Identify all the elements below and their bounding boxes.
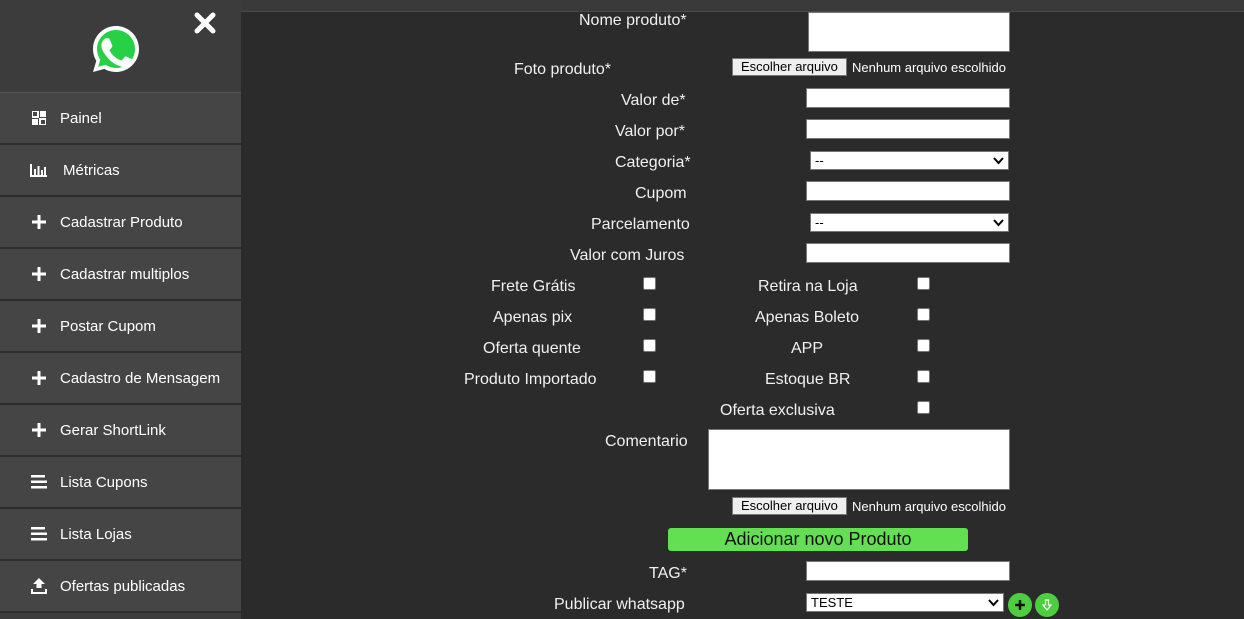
sidebar-header xyxy=(0,0,241,93)
plus-icon xyxy=(30,266,47,283)
plus-icon xyxy=(1015,600,1025,610)
sidebar: Painel Métricas Cadastrar Produto Cadast… xyxy=(0,0,241,619)
arrow-down-icon xyxy=(1042,599,1052,611)
app-checkbox[interactable] xyxy=(917,339,930,352)
plus-icon xyxy=(30,370,47,387)
plus-icon xyxy=(30,318,47,335)
sidebar-item-cadastro-mensagem[interactable]: Cadastro de Mensagem xyxy=(0,353,241,405)
sidebar-item-label: Ofertas publicadas xyxy=(60,577,186,595)
valor-por-label: Valor por* xyxy=(615,123,685,140)
parcelamento-select-value: -- xyxy=(815,215,824,230)
valor-por-input[interactable] xyxy=(806,119,1010,139)
estoque-br-checkbox[interactable] xyxy=(917,370,930,383)
valor-de-input[interactable] xyxy=(806,88,1010,108)
list-icon xyxy=(30,474,47,491)
sidebar-item-cadastrar-multiplos[interactable]: Cadastrar multiplos xyxy=(0,249,241,301)
sidebar-item-label: Lista Lojas xyxy=(60,525,132,543)
categoria-label: Categoria* xyxy=(615,154,691,171)
sidebar-item-postar-cupom[interactable]: Postar Cupom xyxy=(0,301,241,353)
add-product-button[interactable]: Adicionar novo Produto xyxy=(668,528,968,551)
apenas-pix-label: Apenas pix xyxy=(493,309,573,326)
oferta-quente-checkbox[interactable] xyxy=(643,339,656,352)
chevron-down-icon xyxy=(988,599,999,607)
sidebar-item-label: Postar Cupom xyxy=(60,317,156,335)
sidebar-item-label: Gerar ShortLink xyxy=(60,421,166,439)
sidebar-item-gerar-shortlink[interactable]: Gerar ShortLink xyxy=(0,405,241,457)
comentario-file-button[interactable]: Escolher arquivo xyxy=(732,497,847,515)
sidebar-item-label: Lista Cupons xyxy=(60,473,148,491)
frete-gratis-label: Frete Grátis xyxy=(491,278,576,295)
valor-juros-label: Valor com Juros xyxy=(570,247,685,264)
oferta-exclusiva-checkbox[interactable] xyxy=(917,401,930,414)
frete-gratis-checkbox[interactable] xyxy=(643,277,656,290)
add-group-button[interactable] xyxy=(1008,593,1032,617)
sidebar-item-metricas[interactable]: Métricas xyxy=(0,145,241,197)
close-icon[interactable] xyxy=(192,10,218,36)
plus-icon xyxy=(30,214,47,231)
upload-icon xyxy=(30,578,47,595)
sidebar-item-ofertas-publicadas[interactable]: Ofertas publicadas xyxy=(0,561,241,613)
foto-produto-label: Foto produto* xyxy=(514,61,611,78)
produto-importado-label: Produto Importado xyxy=(464,371,597,388)
cupom-label: Cupom xyxy=(635,185,687,202)
cupom-input[interactable] xyxy=(806,181,1010,201)
whatsapp-logo-icon xyxy=(93,26,139,72)
nome-produto-label: Nome produto* xyxy=(579,12,687,29)
comentario-file-status: Nenhum arquivo escolhido xyxy=(852,499,1006,514)
foto-file-button[interactable]: Escolher arquivo xyxy=(732,58,847,76)
sidebar-item-painel[interactable]: Painel xyxy=(0,93,241,145)
plus-icon xyxy=(30,422,47,439)
valor-de-label: Valor de* xyxy=(621,92,686,109)
comentario-label: Comentario xyxy=(605,433,688,450)
sidebar-item-label: Métricas xyxy=(63,161,120,179)
apenas-boleto-label: Apenas Boleto xyxy=(755,309,860,326)
tag-input[interactable] xyxy=(806,561,1010,581)
sidebar-item-cadastrar-produto[interactable]: Cadastrar Produto xyxy=(0,197,241,249)
apenas-pix-checkbox[interactable] xyxy=(643,308,656,321)
tag-label: TAG* xyxy=(649,565,687,582)
comentario-textarea[interactable] xyxy=(708,429,1010,490)
publicar-select-value: TESTE xyxy=(811,595,853,610)
publicar-whatsapp-select[interactable]: TESTE xyxy=(806,593,1004,612)
valor-juros-input[interactable] xyxy=(806,243,1010,263)
download-group-button[interactable] xyxy=(1035,593,1059,617)
retira-loja-checkbox[interactable] xyxy=(917,277,930,290)
produto-importado-checkbox[interactable] xyxy=(643,370,656,383)
publicar-whatsapp-label: Publicar whatsapp xyxy=(554,596,685,613)
sidebar-item-label: Cadastrar multiplos xyxy=(60,265,190,283)
grid-icon xyxy=(30,110,47,127)
estoque-br-label: Estoque BR xyxy=(765,371,851,388)
sidebar-item-label: Painel xyxy=(60,109,102,127)
oferta-exclusiva-label: Oferta exclusiva xyxy=(720,402,835,419)
sidebar-item-label: Cadastro de Mensagem xyxy=(60,369,221,387)
sidebar-item-lista-lojas[interactable]: Lista Lojas xyxy=(0,509,241,561)
retira-loja-label: Retira na Loja xyxy=(758,278,858,295)
chevron-down-icon xyxy=(993,157,1004,165)
categoria-select-value: -- xyxy=(815,153,824,168)
chevron-down-icon xyxy=(993,219,1004,227)
sidebar-item-label: Cadastrar Produto xyxy=(60,213,183,231)
product-form: Nome produto* Foto produto* Escolher arq… xyxy=(241,12,1244,619)
oferta-quente-label: Oferta quente xyxy=(483,340,581,357)
parcelamento-label: Parcelamento xyxy=(591,216,690,233)
apenas-boleto-checkbox[interactable] xyxy=(917,308,930,321)
app-label: APP xyxy=(791,340,824,357)
nome-produto-textarea[interactable] xyxy=(808,12,1010,52)
sidebar-item-lista-cupons[interactable]: Lista Cupons xyxy=(0,457,241,509)
list-icon xyxy=(30,526,47,543)
foto-file-status: Nenhum arquivo escolhido xyxy=(852,60,1006,75)
parcelamento-select[interactable]: -- xyxy=(810,213,1009,232)
categoria-select[interactable]: -- xyxy=(810,151,1009,170)
bar-chart-icon xyxy=(30,162,47,179)
